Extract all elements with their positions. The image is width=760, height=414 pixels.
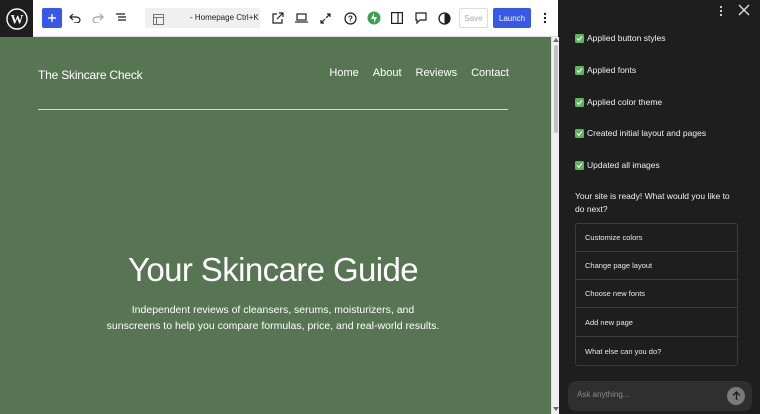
step-label: Applied color theme <box>587 97 663 107</box>
document-bar[interactable]: - Homepage Ctrl+K <box>145 8 260 28</box>
add-block-button[interactable] <box>42 8 62 28</box>
hero-subtitle-line-2: sunscreens to help you compare formulas,… <box>106 320 440 332</box>
svg-text:?: ? <box>348 14 353 23</box>
checkmark-icon <box>575 97 584 107</box>
checkmark-icon <box>575 160 584 170</box>
step-item: Applied button styles <box>575 33 665 43</box>
scrollbar-thumb[interactable] <box>554 45 558 133</box>
suggestion-customize-colors[interactable]: Customize colors <box>576 224 737 252</box>
step-item: Created initial layout and pages <box>575 128 706 138</box>
fullscreen-icon[interactable] <box>315 8 335 28</box>
assistant-message-line-2: do next? <box>575 204 608 214</box>
assistant-message-line-1: Your site is ready! What would you like … <box>575 191 730 201</box>
step-label: Updated all images <box>587 160 660 170</box>
nav-item-contact[interactable]: Contact <box>471 67 509 79</box>
ask-box <box>568 381 752 411</box>
template-icon <box>153 12 164 30</box>
step-item: Applied color theme <box>575 97 662 107</box>
suggestion-what-else[interactable]: What else can you do? <box>576 337 737 365</box>
hero-subtitle[interactable]: Independent reviews of cleansers, serums… <box>100 302 446 334</box>
suggestion-add-new-page[interactable]: Add new page <box>576 309 737 337</box>
hero-title[interactable]: Your Skincare Guide <box>0 251 546 289</box>
step-label: Applied fonts <box>587 65 637 75</box>
launch-button[interactable]: Launch <box>493 8 531 28</box>
checkmark-icon <box>575 33 584 43</box>
hero-subtitle-line-1: Independent reviews of cleansers, serums… <box>131 304 415 316</box>
arrow-up-icon <box>732 391 740 400</box>
suggestion-choose-new-fonts[interactable]: Choose new fonts <box>576 280 737 308</box>
editor-toolbar: W - Homepage Ctrl+K ? Save Launch <box>0 0 558 37</box>
view-external-icon[interactable] <box>268 8 288 28</box>
step-label: Created initial layout and pages <box>587 128 707 138</box>
checkmark-icon <box>575 65 584 75</box>
assistant-panel: Applied button styles Applied fonts Appl… <box>559 0 760 414</box>
suggestion-change-page-layout[interactable]: Change page layout <box>576 252 737 280</box>
svg-text:W: W <box>10 11 23 26</box>
redo-icon[interactable] <box>88 8 108 28</box>
suggestions-list: Customize colors Change page layout Choo… <box>575 223 738 366</box>
document-overview-icon[interactable] <box>111 8 131 28</box>
ask-input[interactable] <box>577 390 717 399</box>
jetpack-icon[interactable] <box>364 8 384 28</box>
undo-icon[interactable] <box>65 8 85 28</box>
step-item: Updated all images <box>575 160 660 170</box>
nav-item-reviews[interactable]: Reviews <box>416 67 458 79</box>
canvas-scrollbar[interactable] <box>551 37 559 414</box>
settings-sidebar-icon[interactable] <box>387 8 407 28</box>
styles-contrast-icon[interactable] <box>434 8 454 28</box>
panel-more-icon[interactable] <box>716 4 726 18</box>
document-title: - Homepage Ctrl+K <box>190 13 259 22</box>
nav-item-home[interactable]: Home <box>329 67 358 79</box>
save-button[interactable]: Save <box>459 8 488 28</box>
step-label: Applied button styles <box>587 33 666 43</box>
send-button[interactable] <box>727 387 745 405</box>
site-navigation: Home About Reviews Contact <box>329 67 509 79</box>
assistant-message: Your site is ready! What would you like … <box>575 190 745 216</box>
site-title[interactable]: The Skincare Check <box>38 68 143 82</box>
header-divider <box>38 109 508 110</box>
close-icon[interactable] <box>737 3 751 17</box>
options-more-icon[interactable] <box>535 8 555 28</box>
device-preview-icon[interactable] <box>291 8 311 28</box>
wordpress-logo-icon[interactable]: W <box>0 0 33 37</box>
nav-item-about[interactable]: About <box>373 67 402 79</box>
comments-icon[interactable] <box>411 8 431 28</box>
checkmark-icon <box>575 128 584 138</box>
help-icon[interactable]: ? <box>340 8 360 28</box>
editor-canvas[interactable]: The Skincare Check Home About Reviews Co… <box>0 37 551 414</box>
step-item: Applied fonts <box>575 65 636 75</box>
